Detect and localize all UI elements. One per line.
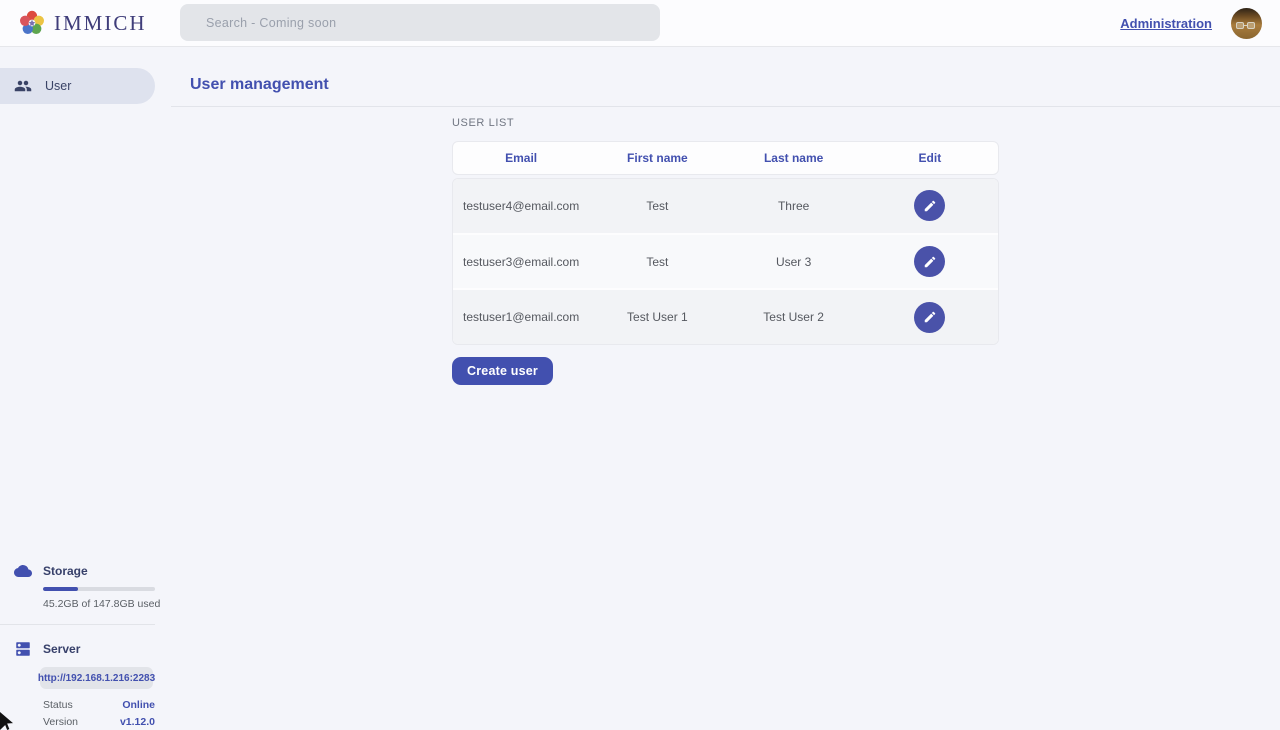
- cell-email: testuser1@email.com: [453, 310, 589, 324]
- sidebar-item-user[interactable]: User: [0, 68, 155, 104]
- pencil-icon: [923, 310, 937, 324]
- cell-first-name: Test: [589, 255, 725, 269]
- table-row: testuser1@email.com Test User 1 Test Use…: [453, 288, 998, 344]
- sidebar-footer: Storage 45.2GB of 147.8GB used Server ht…: [0, 562, 171, 730]
- title-divider: [171, 106, 1280, 107]
- cell-first-name: Test: [589, 199, 725, 213]
- server-url-badge: http://192.168.1.216:2283: [40, 667, 153, 689]
- dns-icon: [14, 640, 32, 658]
- storage-title: Storage: [43, 564, 88, 578]
- user-list-label: USER LIST: [452, 117, 514, 129]
- administration-link[interactable]: Administration: [1120, 16, 1212, 31]
- server-section-header: Server: [0, 640, 171, 658]
- people-icon: [14, 77, 32, 95]
- cell-last-name: Three: [726, 199, 862, 213]
- column-header-edit: Edit: [862, 151, 998, 165]
- top-bar: IMMICH Administration: [0, 0, 1280, 47]
- table-row: testuser4@email.com Test Three: [453, 179, 998, 233]
- server-title: Server: [43, 642, 80, 656]
- storage-usage-text: 45.2GB of 147.8GB used: [43, 598, 171, 610]
- cell-email: testuser4@email.com: [453, 199, 589, 213]
- column-header-last-name: Last name: [726, 151, 862, 165]
- create-user-button[interactable]: Create user: [452, 357, 553, 385]
- app-logo[interactable]: IMMICH: [18, 9, 147, 37]
- server-url: http://192.168.1.216:2283: [38, 673, 155, 684]
- edit-user-button[interactable]: [914, 246, 945, 277]
- table-row: testuser3@email.com Test User 3: [453, 233, 998, 289]
- cell-last-name: User 3: [726, 255, 862, 269]
- column-header-email: Email: [453, 151, 589, 165]
- main-content: User management USER LIST Email First na…: [171, 47, 1280, 730]
- logo-wordmark: IMMICH: [54, 11, 147, 36]
- storage-progress-fill: [43, 587, 78, 591]
- cloud-icon: [14, 562, 32, 580]
- server-section: Server http://192.168.1.216:2283 Status …: [0, 640, 171, 730]
- storage-section-header: Storage: [0, 562, 171, 580]
- status-label: Status: [43, 699, 73, 711]
- user-table-body: testuser4@email.com Test Three testuser3…: [452, 178, 999, 345]
- sidebar-item-label: User: [45, 79, 71, 93]
- edit-user-button[interactable]: [914, 190, 945, 221]
- version-label: Version: [43, 716, 78, 728]
- storage-progress-bar: [43, 587, 155, 591]
- cell-first-name: Test User 1: [589, 310, 725, 324]
- version-value: v1.12.0: [120, 716, 155, 728]
- pencil-icon: [923, 255, 937, 269]
- cell-last-name: Test User 2: [726, 310, 862, 324]
- sidebar-divider: [0, 624, 155, 625]
- cell-email: testuser3@email.com: [453, 255, 589, 269]
- immich-flower-icon: [18, 9, 46, 37]
- column-header-first-name: First name: [589, 151, 725, 165]
- server-version-row: Version v1.12.0: [43, 713, 155, 730]
- status-badge: Online: [122, 699, 155, 711]
- user-avatar[interactable]: [1231, 8, 1262, 39]
- page-title: User management: [190, 76, 329, 94]
- edit-user-button[interactable]: [914, 302, 945, 333]
- sidebar: User Storage 45.2GB of 147.8GB used Serv…: [0, 47, 171, 730]
- user-table-header: Email First name Last name Edit: [452, 141, 999, 175]
- pencil-icon: [923, 199, 937, 213]
- server-status-row: Status Online: [43, 696, 155, 713]
- avatar-glasses-decoration: [1236, 21, 1257, 29]
- search-input[interactable]: [180, 4, 660, 41]
